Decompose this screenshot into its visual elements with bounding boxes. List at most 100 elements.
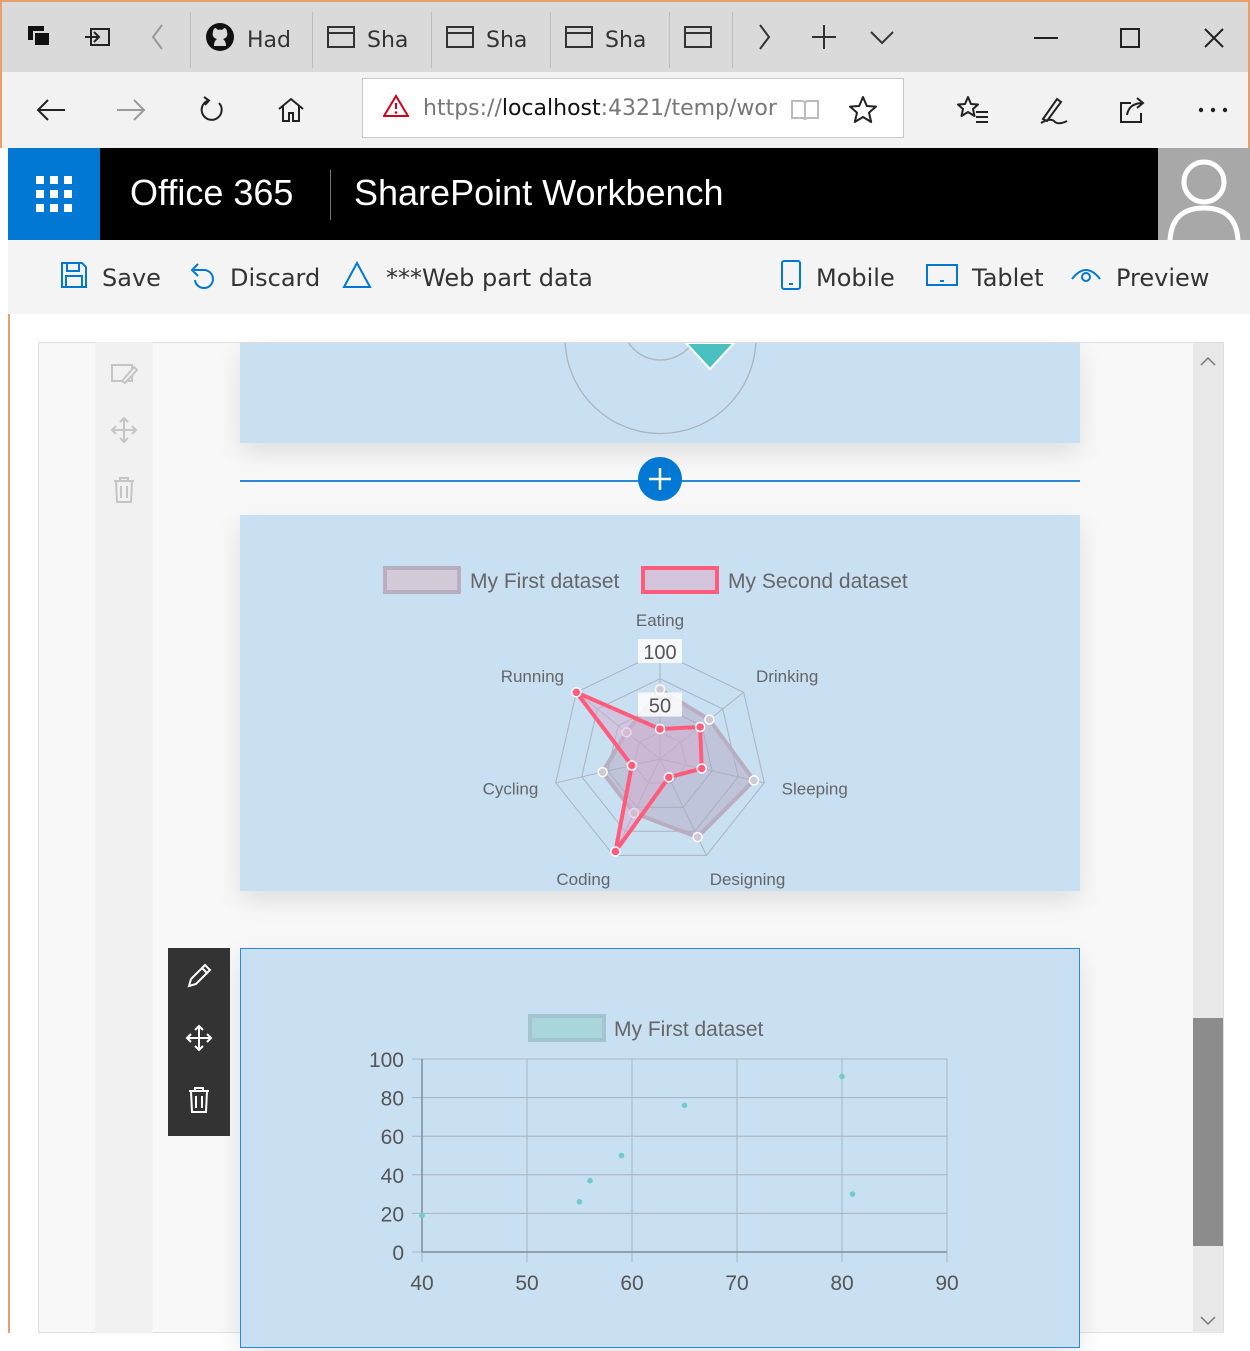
scatter-point xyxy=(849,1191,856,1197)
mobile-preview-button[interactable]: Mobile xyxy=(780,258,895,298)
url-text: https://localhost:4321/temp/wor xyxy=(423,96,777,121)
legend-label-dataset-2: My Second dataset xyxy=(728,570,908,593)
suite-divider xyxy=(330,170,331,220)
tab-preview-chevron-down-icon[interactable] xyxy=(862,14,902,60)
user-avatar-icon[interactable] xyxy=(1158,148,1250,240)
webpart-radar-chart[interactable]: My First dataset My Second dataset 50 100 Ea… xyxy=(240,515,1080,891)
set-aside-tabs-icon[interactable] xyxy=(78,14,118,60)
scatter-y-tick-label: 80 xyxy=(381,1088,404,1111)
radar-point xyxy=(597,766,608,778)
new-tab-plus-icon[interactable] xyxy=(804,14,844,60)
scroll-down-chevron-icon[interactable] xyxy=(1193,1306,1223,1336)
radar-axis-label: Running xyxy=(501,667,564,686)
legend-swatch-dataset-1 xyxy=(528,1014,606,1042)
scatter-x-tick-label: 90 xyxy=(935,1272,958,1295)
radar-point xyxy=(694,721,706,733)
radar-axis-label: Cycling xyxy=(483,780,539,799)
tab-title: Sha xyxy=(605,27,647,53)
edit-webpart-pencil-icon[interactable] xyxy=(179,956,219,996)
scroll-up-chevron-icon[interactable] xyxy=(1193,346,1223,376)
scatter-y-tick-label: 0 xyxy=(392,1242,404,1265)
edit-section-icon[interactable] xyxy=(104,354,144,394)
more-options-ellipsis-icon[interactable] xyxy=(1188,86,1238,134)
scatter-point xyxy=(576,1199,583,1205)
close-icon[interactable] xyxy=(1184,14,1244,62)
window-icon xyxy=(684,25,712,55)
refresh-icon[interactable] xyxy=(186,86,236,134)
radar-point xyxy=(696,763,707,774)
move-webpart-icon[interactable] xyxy=(179,1018,219,1058)
webpart-scatter-chart[interactable]: My First dataset 0 20 40 60 80 100 40 50 60 70 80 90 xyxy=(240,948,1080,1348)
save-button[interactable]: Save xyxy=(60,258,161,298)
maximize-icon[interactable] xyxy=(1100,14,1160,62)
browser-tab-1[interactable]: Had xyxy=(190,12,310,68)
browser-tab-5[interactable] xyxy=(669,12,733,68)
radar-point xyxy=(654,723,666,735)
discard-label: Discard xyxy=(230,264,321,292)
discard-button[interactable]: Discard xyxy=(186,258,320,298)
radar-point xyxy=(571,687,582,698)
preview-button[interactable]: Preview xyxy=(1070,258,1209,298)
legend-swatch-dataset-1 xyxy=(383,566,461,594)
browser-tab-2[interactable]: Sha xyxy=(312,12,430,68)
app-title: SharePoint Workbench xyxy=(354,172,724,213)
tab-manager-icon[interactable] xyxy=(20,14,60,60)
radar-tick-label: 100 xyxy=(643,642,676,664)
radar-axis-label: Eating xyxy=(636,611,684,630)
back-arrow-icon[interactable] xyxy=(26,86,76,134)
eye-icon xyxy=(1070,263,1102,293)
move-section-icon[interactable] xyxy=(104,410,144,450)
window-icon xyxy=(327,25,355,55)
delete-webpart-trash-icon[interactable] xyxy=(179,1080,219,1120)
tablet-preview-button[interactable]: Tablet xyxy=(926,258,1043,298)
warning-triangle-icon[interactable] xyxy=(382,94,410,122)
radar-point xyxy=(692,831,703,843)
delete-section-trash-icon[interactable] xyxy=(104,470,144,510)
legend-swatch-dataset-2 xyxy=(641,566,719,594)
window-icon xyxy=(565,25,593,55)
app-launcher-waffle-icon[interactable] xyxy=(8,148,100,240)
minimize-icon[interactable] xyxy=(1016,14,1076,62)
workbench-command-bar: Save Discard ***Web part data Mobile Tab… xyxy=(8,240,1250,314)
radar-point xyxy=(704,714,715,725)
radar-point xyxy=(626,760,638,771)
scatter-point xyxy=(618,1152,625,1159)
reading-view-book-icon[interactable] xyxy=(780,86,830,134)
scatter-x-tick-label: 60 xyxy=(620,1272,643,1295)
browser-address-row: https://localhost:4321/temp/wor xyxy=(0,72,1250,148)
web-part-data-button[interactable]: ***Web part data xyxy=(342,258,593,298)
radar-axis-label: Sleeping xyxy=(782,780,848,799)
home-icon[interactable] xyxy=(266,86,316,134)
radar-point xyxy=(610,846,621,857)
webpart-toolbar xyxy=(168,948,230,1136)
scatter-y-tick-label: 20 xyxy=(381,1203,404,1226)
scrollbar-thumb[interactable] xyxy=(1193,1018,1223,1246)
scatter-y-tick-label: 40 xyxy=(381,1165,404,1188)
add-webpart-plus-icon[interactable] xyxy=(638,457,682,501)
legend-label-dataset-1: My First dataset xyxy=(470,570,620,593)
github-icon xyxy=(205,22,235,58)
url-scheme: https:// xyxy=(423,95,502,121)
save-floppy-icon xyxy=(60,261,88,295)
url-host: localhost xyxy=(501,95,601,121)
browser-tab-4[interactable]: Sha xyxy=(550,12,668,68)
mobile-label: Mobile xyxy=(816,264,895,292)
scatter-x-tick-label: 80 xyxy=(830,1272,853,1295)
triangle-icon xyxy=(342,260,372,295)
scroll-tabs-right-icon[interactable] xyxy=(744,14,784,60)
save-label: Save xyxy=(102,264,161,292)
favorites-list-icon[interactable] xyxy=(948,86,998,134)
share-icon[interactable] xyxy=(1108,86,1158,134)
browser-tab-3[interactable]: Sha xyxy=(431,12,549,68)
favorite-star-icon[interactable] xyxy=(838,86,888,134)
scatter-y-tick-label: 60 xyxy=(381,1126,404,1149)
webpart-polar-chart[interactable] xyxy=(240,343,1080,443)
forward-arrow-icon[interactable] xyxy=(106,86,156,134)
pen-notes-icon[interactable] xyxy=(1028,86,1078,134)
scroll-tabs-left-icon[interactable] xyxy=(138,14,178,60)
scatter-y-tick-label: 100 xyxy=(369,1049,404,1072)
url-path: :4321/temp/wor xyxy=(600,95,777,121)
office-brand[interactable]: Office 365 xyxy=(130,172,293,214)
tablet-label: Tablet xyxy=(972,264,1044,292)
office-suite-bar: Office 365 SharePoint Workbench xyxy=(8,148,1250,240)
